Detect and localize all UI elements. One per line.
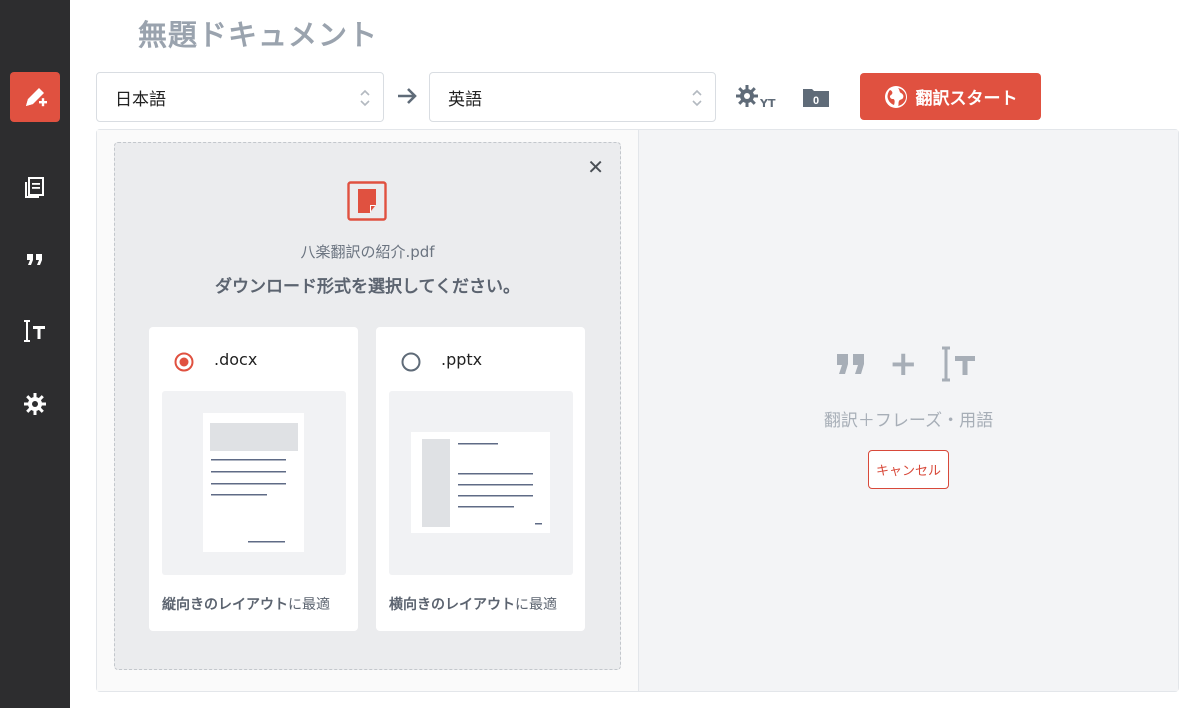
start-translation-label: 翻訳スタート [915, 89, 1018, 109]
source-language-value: 日本語 [115, 89, 166, 110]
format-caption-rest: に最適 [515, 597, 557, 613]
quote-icon [837, 354, 864, 374]
sidebar-item-new-translation[interactable] [10, 72, 60, 122]
gear-icon [736, 85, 758, 107]
result-area: + 翻訳＋フレーズ・用語 キャンセル [639, 130, 1178, 691]
sidebar-item-terms[interactable] [10, 306, 60, 356]
format-option-docx[interactable]: .docx 縦向きのレイアウトに最適 [149, 327, 358, 631]
globe-icon [884, 85, 907, 108]
folder-button[interactable]: 0 [802, 86, 830, 112]
documents-icon [25, 177, 44, 198]
format-prompt: ダウンロード形式を選択してください。 [215, 277, 520, 297]
document-title[interactable]: 無題ドキュメント [138, 12, 378, 54]
pencil-plus-icon [26, 88, 47, 107]
translation-settings-button[interactable]: YT [735, 84, 776, 110]
sidebar-item-documents[interactable] [10, 162, 60, 212]
source-language-select[interactable]: 日本語 [96, 72, 384, 122]
gear-suffix-label: YT [760, 97, 776, 110]
sidebar-item-settings[interactable] [10, 379, 60, 429]
target-language-value: 英語 [448, 89, 482, 110]
landscape-layout-preview [389, 391, 573, 575]
format-option-pptx[interactable]: .pptx 横向きのレイアウトに最適 [376, 327, 585, 631]
select-arrows-icon [692, 89, 702, 107]
radio-selected-icon[interactable] [174, 352, 194, 372]
portrait-document-icon [203, 413, 304, 552]
empty-state-text: 翻訳＋フレーズ・用語 [823, 411, 994, 431]
uploaded-file-card: ✕ 八楽翻訳の紹介.pdf ダウンロード形式を選択してください。 .docx 縦… [114, 142, 621, 670]
empty-state-icons: + [835, 345, 978, 383]
target-language-select[interactable]: 英語 [429, 72, 716, 122]
gear-icon [24, 393, 46, 415]
text-cursor-icon [24, 320, 45, 342]
radio-unselected-icon[interactable] [401, 352, 421, 372]
sidebar [0, 0, 70, 708]
text-cursor-icon [941, 346, 975, 382]
cancel-button[interactable]: キャンセル [868, 450, 949, 489]
arrow-right-icon [398, 88, 417, 104]
format-caption-rest: に最適 [288, 597, 330, 613]
format-caption: 縦向きのレイアウトに最適 [162, 594, 330, 614]
quote-icon [27, 254, 42, 265]
pdf-file-icon [347, 181, 387, 221]
format-ext: .docx [214, 350, 258, 369]
portrait-layout-preview [162, 391, 346, 575]
sidebar-item-phrases[interactable] [10, 234, 60, 284]
format-caption: 横向きのレイアウトに最適 [389, 594, 557, 614]
source-area: ✕ 八楽翻訳の紹介.pdf ダウンロード形式を選択してください。 .docx 縦… [97, 130, 639, 691]
format-caption-bold: 横向きのレイアウト [389, 597, 515, 613]
plus-icon: + [889, 344, 918, 384]
select-arrows-icon [360, 89, 370, 107]
start-translation-button[interactable]: 翻訳スタート [860, 73, 1041, 120]
close-icon[interactable]: ✕ [587, 157, 604, 177]
folder-icon: 0 [803, 89, 829, 107]
landscape-document-icon [411, 432, 550, 533]
main-panel: ✕ 八楽翻訳の紹介.pdf ダウンロード形式を選択してください。 .docx 縦… [96, 129, 1179, 692]
folder-count: 0 [813, 95, 819, 107]
format-ext: .pptx [441, 350, 483, 369]
format-caption-bold: 縦向きのレイアウト [162, 597, 288, 613]
file-name: 八楽翻訳の紹介.pdf [300, 243, 435, 261]
